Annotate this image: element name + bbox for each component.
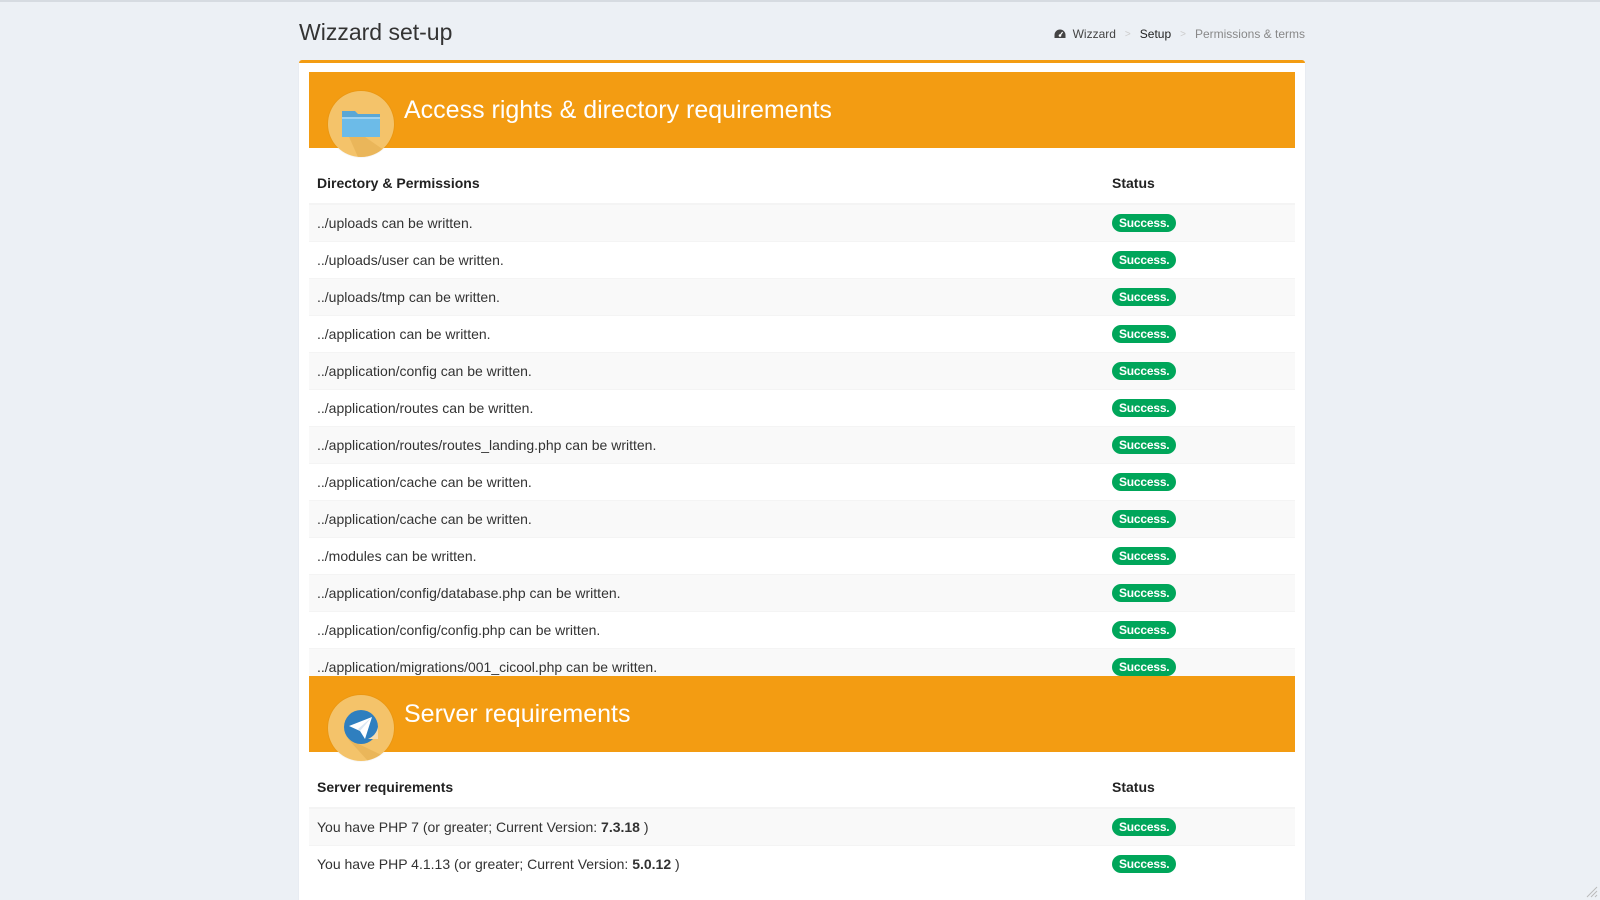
directory-permission-text: ../application/routes can be written. — [309, 388, 1104, 426]
status-cell: Success. — [1104, 314, 1295, 352]
breadcrumb-label: Setup — [1139, 27, 1172, 41]
server-section-title: Server requirements — [404, 700, 631, 728]
table-row: ../application/config/database.php can b… — [309, 573, 1295, 611]
status-cell: Success. — [1104, 462, 1295, 500]
page-header: Wizzard set-up Wizzard > Setup > Permiss… — [299, 2, 1305, 62]
column-header-status: Status — [1104, 148, 1295, 205]
status-badge: Success. — [1112, 250, 1177, 269]
status-cell: Success. — [1104, 807, 1295, 845]
status-badge: Success. — [1112, 817, 1177, 836]
server-section-banner: Server requirements — [309, 676, 1295, 761]
directory-permission-text: ../application/config can be written. — [309, 351, 1104, 389]
wizard-box: Access rights & directory requirements D… — [299, 60, 1305, 900]
current-version: 5.0.12 — [632, 855, 672, 872]
requirement-prefix: You have PHP 7 (or greater; Current Vers… — [317, 818, 602, 835]
status-cell: Success. — [1104, 203, 1295, 241]
table-row: You have PHP 7 (or greater; Current Vers… — [309, 807, 1295, 845]
server-requirement-text: You have PHP 7 (or greater; Current Vers… — [309, 807, 1104, 845]
access-section-title: Access rights & directory requirements — [404, 96, 832, 124]
requirement-suffix: ) — [671, 855, 680, 872]
status-cell: Success. — [1104, 610, 1295, 648]
directory-permission-text: ../application/config/config.php can be … — [309, 610, 1104, 648]
status-cell: Success. — [1104, 499, 1295, 537]
status-cell: Success. — [1104, 536, 1295, 574]
requirement-suffix: ) — [639, 818, 649, 835]
status-cell: Success. — [1104, 277, 1295, 315]
status-badge: Success. — [1112, 324, 1177, 343]
status-badge: Success. — [1112, 398, 1177, 417]
column-header-directory: Directory & Permissions — [309, 148, 1104, 205]
breadcrumb-item-wizzard[interactable]: Wizzard — [1054, 27, 1116, 41]
access-section-banner: Access rights & directory requirements — [309, 72, 1295, 157]
table-row: ../application/config can be written. Suc… — [309, 351, 1295, 389]
table-row: ../uploads/tmp can be written. Success. — [309, 277, 1295, 315]
table-row: ../application/config/config.php can be … — [309, 610, 1295, 648]
table-row: ../uploads can be written. Success. — [309, 203, 1295, 241]
table-row: ../application/routes can be written. Suc… — [309, 388, 1295, 426]
status-cell: Success. — [1104, 844, 1295, 882]
current-version: 7.3.18 — [601, 818, 640, 835]
status-badge: Success. — [1112, 620, 1177, 639]
resize-grip-icon[interactable] — [1584, 884, 1598, 898]
status-badge: Success. — [1112, 213, 1177, 232]
table-row: You have PHP 4.1.13 (or greater; Current… — [309, 844, 1295, 882]
breadcrumb-label: Permissions & terms — [1194, 27, 1305, 41]
dashboard-icon — [1054, 29, 1066, 38]
directory-permission-text: ../application can be written. — [309, 314, 1104, 352]
table-row: ../application can be written. Success. — [309, 314, 1295, 352]
page-title: Wizzard set-up — [299, 19, 453, 45]
status-badge: Success. — [1112, 287, 1177, 306]
status-cell: Success. — [1104, 425, 1295, 463]
status-badge: Success. — [1112, 583, 1177, 602]
breadcrumb-item-setup[interactable]: Setup — [1140, 27, 1171, 41]
table-row: ../modules can be written. Success. — [309, 536, 1295, 574]
server-requirements-table: Server requirements Status You have PHP … — [309, 752, 1295, 882]
directory-permission-text: ../application/cache can be written. — [309, 499, 1104, 537]
status-badge: Success. — [1112, 472, 1177, 491]
table-row: ../uploads/user can be written. Success. — [309, 240, 1295, 278]
status-badge: Success. — [1112, 657, 1177, 676]
status-badge: Success. — [1112, 854, 1177, 873]
breadcrumb: Wizzard > Setup > Permissions & terms — [1054, 27, 1305, 41]
column-header-server-requirements: Server requirements — [309, 752, 1104, 809]
directory-permission-text: ../application/config/database.php can b… — [309, 573, 1104, 611]
status-badge: Success. — [1112, 361, 1177, 380]
status-cell: Success. — [1104, 351, 1295, 389]
directory-permission-text: ../modules can be written. — [309, 536, 1104, 574]
directory-permission-text: ../uploads can be written. — [309, 203, 1104, 241]
breadcrumb-separator: > — [1180, 28, 1186, 40]
status-badge: Success. — [1112, 435, 1177, 454]
server-requirement-text: You have PHP 4.1.13 (or greater; Current… — [309, 844, 1104, 882]
directory-permission-text: ../application/cache can be written. — [309, 462, 1104, 500]
directory-permission-text: ../uploads/user can be written. — [309, 240, 1104, 278]
table-row: ../application/cache can be written. Succ… — [309, 499, 1295, 537]
column-header-status: Status — [1104, 752, 1295, 809]
directory-permission-text: ../application/routes/routes_landing.php… — [309, 425, 1104, 463]
breadcrumb-label: Wizzard — [1072, 27, 1116, 41]
status-cell: Success. — [1104, 573, 1295, 611]
breadcrumb-item-permissions-terms: Permissions & terms — [1195, 27, 1305, 41]
directory-permission-text: ../uploads/tmp can be written. — [309, 277, 1104, 315]
table-row: ../application/routes/routes_landing.php… — [309, 425, 1295, 463]
directory-permissions-table: Directory & Permissions Status ../upload… — [309, 148, 1295, 685]
breadcrumb-separator: > — [1124, 28, 1131, 40]
status-cell: Success. — [1104, 388, 1295, 426]
requirement-prefix: You have PHP 4.1.13 (or greater; Current… — [317, 855, 633, 872]
status-badge: Success. — [1112, 509, 1177, 528]
status-badge: Success. — [1112, 546, 1177, 565]
status-cell: Success. — [1104, 240, 1295, 278]
table-row: ../application/cache can be written. Succ… — [309, 462, 1295, 500]
